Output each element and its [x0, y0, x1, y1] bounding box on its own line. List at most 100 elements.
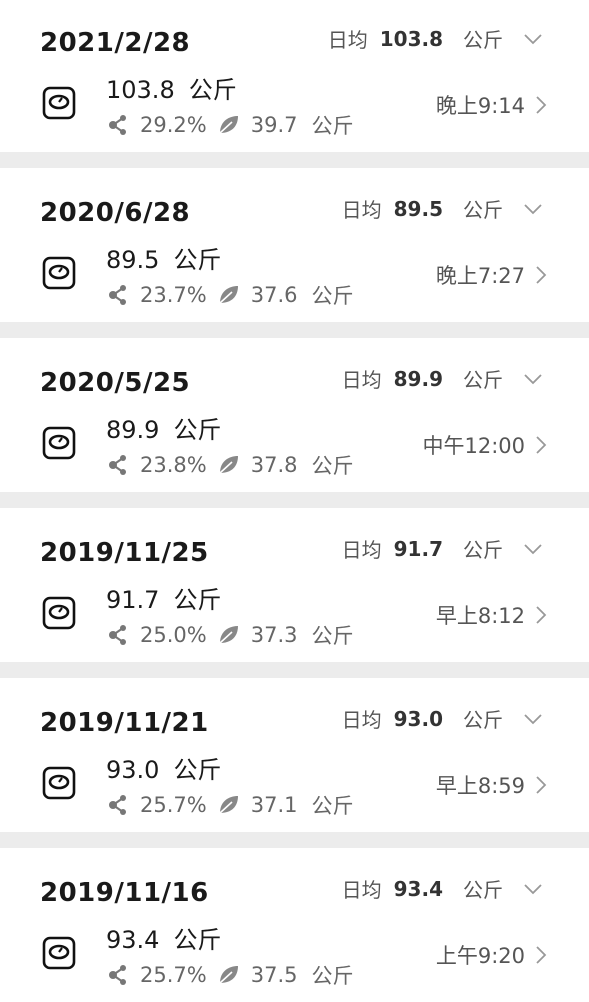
weight-value: 91.7: [106, 586, 160, 614]
record-date: 2020/6/28: [40, 198, 191, 228]
daily-average-unit: 公斤: [463, 28, 503, 52]
chevron-down-icon[interactable]: [523, 712, 543, 726]
scale-icon: [42, 256, 76, 290]
daily-average-label: 日均: [341, 538, 382, 562]
weight-unit: 公斤: [173, 586, 222, 614]
leaf-icon: [219, 456, 238, 474]
chevron-down-icon[interactable]: [523, 372, 543, 386]
molecule-icon: [109, 115, 126, 135]
record-date: 2020/5/25: [40, 368, 191, 398]
record-time: 上午9:20: [435, 944, 525, 968]
chevron-down-icon[interactable]: [523, 882, 543, 896]
weight-value: 103.8: [106, 76, 175, 104]
daily-average-label: 日均: [341, 878, 382, 902]
muscle-value: 39.7: [250, 113, 298, 137]
muscle-value: 37.5: [250, 963, 298, 987]
record-time-link[interactable]: 晚上9:14: [436, 90, 547, 120]
chevron-right-icon: [536, 436, 547, 454]
chevron-right-icon: [536, 946, 547, 964]
daily-average-unit: 公斤: [463, 878, 503, 902]
record-time: 晚上9:14: [435, 94, 525, 118]
weight-unit: 公斤: [173, 246, 222, 274]
chevron-right-icon: [536, 96, 547, 114]
measurement-entry[interactable]: 89.5 公斤: [106, 240, 221, 275]
daily-average-label: 日均: [327, 28, 368, 52]
daily-average-toggle[interactable]: 日均 91.7 公斤: [342, 534, 543, 563]
record-time: 早上8:12: [435, 604, 525, 628]
body-metrics: 25.0% 37.3 公斤: [106, 620, 353, 650]
daily-average-toggle[interactable]: 日均 93.4 公斤: [342, 874, 543, 903]
molecule-icon: [109, 285, 126, 305]
muscle-unit: 公斤: [311, 454, 354, 478]
day-record-card: 2019/11/25 日均 91.7 公斤 91.7 公斤 25.0% 37.3 公…: [0, 508, 589, 662]
muscle-unit: 公斤: [311, 964, 354, 988]
daily-average-value: 93.4: [393, 876, 443, 901]
record-time-link[interactable]: 晚上7:27: [436, 260, 547, 290]
weight-unit: 公斤: [173, 416, 222, 444]
measurement-entry[interactable]: 89.9 公斤: [106, 410, 221, 445]
record-time: 中午12:00: [422, 434, 525, 458]
chevron-down-icon[interactable]: [523, 202, 543, 216]
muscle-unit: 公斤: [311, 114, 354, 138]
day-record-card: 2019/11/16 日均 93.4 公斤 93.4 公斤 25.7% 37.5 公…: [0, 848, 589, 1002]
daily-average-label: 日均: [341, 708, 382, 732]
molecule-icon: [109, 965, 126, 985]
record-time: 早上8:59: [435, 774, 525, 798]
daily-average-toggle[interactable]: 日均 89.5 公斤: [342, 194, 543, 223]
scale-icon: [42, 766, 76, 800]
record-date: 2019/11/25: [40, 538, 209, 568]
daily-average-toggle[interactable]: 日均 93.0 公斤: [342, 704, 543, 733]
leaf-icon: [219, 116, 238, 134]
scale-icon: [42, 426, 76, 460]
record-date: 2019/11/16: [40, 878, 209, 908]
body-metrics: 29.2% 39.7 公斤: [106, 110, 353, 140]
daily-average-value: 93.0: [393, 706, 443, 731]
weight-value: 89.5: [106, 246, 160, 274]
measurement-entry[interactable]: 103.8 公斤: [106, 70, 237, 105]
chevron-right-icon: [536, 776, 547, 794]
chevron-down-icon[interactable]: [523, 542, 543, 556]
daily-average-unit: 公斤: [463, 708, 503, 732]
muscle-value: 37.3: [250, 623, 298, 647]
chevron-down-icon[interactable]: [523, 32, 543, 46]
weight-record-list: 2021/2/28 日均 103.8 公斤 103.8 公斤 29.2% 39.7…: [0, 0, 589, 1002]
daily-average-value: 103.8: [379, 26, 443, 51]
weight-value: 89.9: [106, 416, 160, 444]
day-record-card: 2021/2/28 日均 103.8 公斤 103.8 公斤 29.2% 39.7…: [0, 0, 589, 152]
chevron-right-icon: [536, 606, 547, 624]
day-record-card: 2019/11/21 日均 93.0 公斤 93.0 公斤 25.7% 37.1 公…: [0, 678, 589, 832]
record-time: 晚上7:27: [435, 264, 525, 288]
leaf-icon: [219, 286, 238, 304]
daily-average-value: 89.5: [393, 196, 443, 221]
body-fat-value: 25.7%: [140, 963, 207, 987]
scale-icon: [42, 86, 76, 120]
day-record-card: 2020/5/25 日均 89.9 公斤 89.9 公斤 23.8% 37.8 公斤…: [0, 338, 589, 492]
body-fat-value: 25.0%: [140, 623, 207, 647]
record-time-link[interactable]: 上午9:20: [436, 940, 547, 970]
weight-unit: 公斤: [173, 926, 222, 954]
record-time-link[interactable]: 早上8:59: [436, 770, 547, 800]
weight-unit: 公斤: [173, 756, 222, 784]
leaf-icon: [219, 966, 238, 984]
daily-average-unit: 公斤: [463, 198, 503, 222]
molecule-icon: [109, 455, 126, 475]
measurement-entry[interactable]: 93.4 公斤: [106, 920, 221, 955]
muscle-unit: 公斤: [311, 284, 354, 308]
muscle-unit: 公斤: [311, 794, 354, 818]
muscle-value: 37.6: [250, 283, 298, 307]
body-fat-value: 25.7%: [140, 793, 207, 817]
leaf-icon: [219, 796, 238, 814]
daily-average-toggle[interactable]: 日均 89.9 公斤: [342, 364, 543, 393]
record-time-link[interactable]: 中午12:00: [422, 430, 547, 460]
record-time-link[interactable]: 早上8:12: [436, 600, 547, 630]
measurement-entry[interactable]: 93.0 公斤: [106, 750, 221, 785]
body-fat-value: 23.7%: [140, 283, 207, 307]
measurement-entry[interactable]: 91.7 公斤: [106, 580, 221, 615]
daily-average-value: 91.7: [393, 536, 443, 561]
body-metrics: 23.7% 37.6 公斤: [106, 280, 353, 310]
body-metrics: 25.7% 37.1 公斤: [106, 790, 353, 820]
daily-average-toggle[interactable]: 日均 103.8 公斤: [328, 24, 543, 53]
daily-average-label: 日均: [341, 198, 382, 222]
body-fat-value: 29.2%: [140, 113, 207, 137]
weight-unit: 公斤: [188, 76, 237, 104]
